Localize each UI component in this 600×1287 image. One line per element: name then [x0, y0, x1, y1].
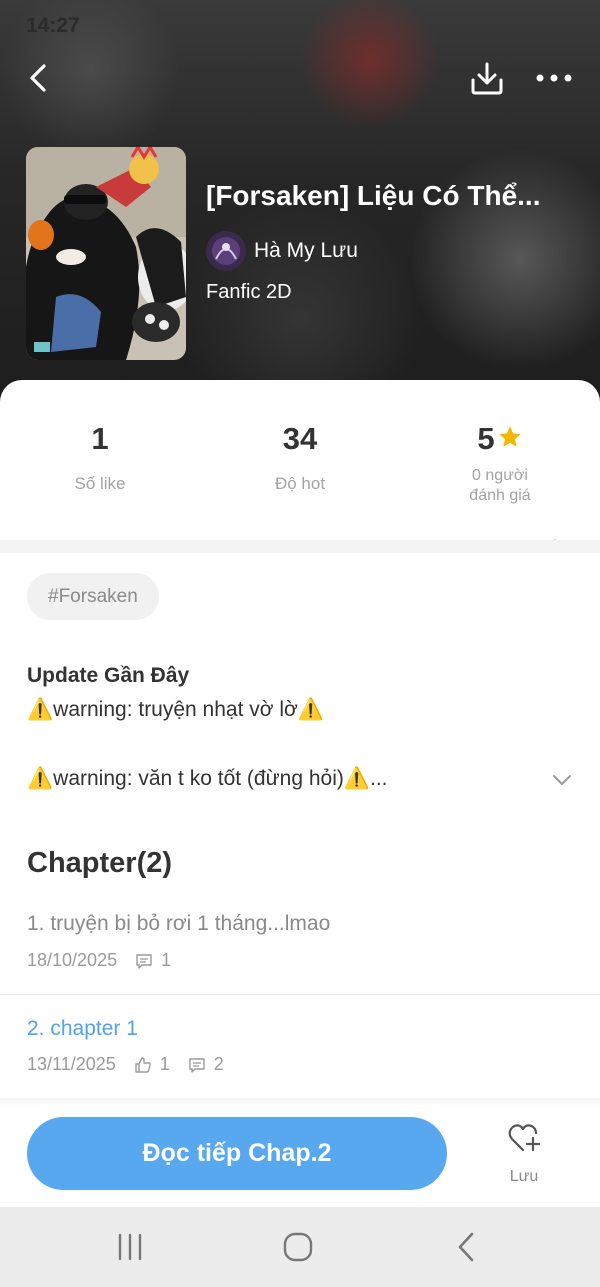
- star-icon: [498, 426, 521, 447]
- rating-label: 0 người đánh giá: [400, 466, 600, 506]
- chapters-header: Chapter(2): [27, 847, 173, 879]
- chapter-item[interactable]: 2. chapter 1 13/11/2025 1 2: [0, 994, 600, 1098]
- recent-apps-icon[interactable]: [110, 1229, 150, 1265]
- heart-plus-icon: [508, 1124, 541, 1152]
- back-icon[interactable]: [446, 1229, 486, 1265]
- stats-row: 1 Số like 34 Độ hot 5 0 người đánh giá: [0, 420, 600, 551]
- stat-rating[interactable]: 5 0 người đánh giá: [400, 420, 600, 506]
- chapter-date: 13/11/2025: [27, 1054, 116, 1074]
- detail-sheet: 1 Số like 34 Độ hot 5 0 người đánh giá #…: [0, 380, 600, 1210]
- rating-value-row: 5: [400, 420, 600, 458]
- status-time: 14:27: [26, 14, 80, 37]
- download-icon[interactable]: [466, 58, 508, 100]
- chapter-meta: 13/11/2025 1 2: [27, 1054, 242, 1075]
- likes-label: Số like: [74, 474, 126, 493]
- rating-label-line2: đánh giá: [469, 487, 531, 504]
- bottom-divider: [0, 1098, 600, 1106]
- author-row[interactable]: Hà My Lưu: [206, 231, 358, 271]
- chevron-down-icon[interactable]: [550, 770, 574, 790]
- book-title: [Forsaken] Liệu Có Thể...: [206, 180, 541, 211]
- thumbs-up-icon: [135, 1056, 151, 1073]
- rating-label-line1: 0 người: [472, 467, 528, 484]
- system-navigation-bar: [0, 1207, 600, 1287]
- genre-label: Fanfic 2D: [206, 281, 292, 303]
- continue-reading-button[interactable]: Đọc tiếp Chap.2: [27, 1117, 447, 1190]
- comment-count: 2: [213, 1054, 224, 1074]
- save-label: Lưu: [509, 1168, 539, 1185]
- chapter-title[interactable]: 2. chapter 1: [27, 1017, 138, 1041]
- chevron-left-icon[interactable]: [20, 58, 60, 98]
- stat-hot: 34 Độ hot: [200, 420, 400, 494]
- hero-header: 14:27 [Forsaken] Liệu Có Thể... Hà My Lư…: [0, 0, 600, 420]
- chapter-title[interactable]: 1. truyện bị bỏ rơi 1 tháng...lmao: [27, 912, 330, 936]
- chapter-date: 18/10/2025: [27, 950, 118, 970]
- author-name[interactable]: Hà My Lưu: [254, 239, 358, 263]
- update-line-1: ⚠️warning: truyện nhạt vờ lờ⚠️: [27, 698, 324, 721]
- like-count: 1: [159, 1054, 170, 1074]
- rating-value: 5: [477, 421, 495, 456]
- avatar: [206, 231, 246, 271]
- more-horizontal-icon[interactable]: [532, 58, 576, 98]
- comment-icon: [136, 953, 152, 969]
- chapter-meta: 18/10/2025 1: [27, 950, 189, 971]
- comment-count: 1: [161, 950, 172, 970]
- likes-count: 1: [91, 421, 109, 456]
- hot-count: 34: [282, 421, 318, 456]
- tag-chip[interactable]: #Forsaken: [27, 573, 159, 620]
- section-divider: [0, 540, 600, 553]
- save-button[interactable]: Lưu: [494, 1122, 554, 1192]
- book-cover-image[interactable]: [26, 147, 186, 360]
- update-line-2: ⚠️warning: văn t ko tốt (đừng hỏi)⚠️...: [27, 767, 388, 790]
- comment-icon: [189, 1057, 205, 1073]
- chapter-item[interactable]: 1. truyện bị bỏ rơi 1 tháng...lmao 18/10…: [0, 888, 600, 992]
- stat-likes: 1 Số like: [0, 420, 200, 494]
- update-title: Update Gần Đây: [27, 664, 190, 687]
- hot-label: Độ hot: [274, 474, 326, 493]
- home-icon[interactable]: [278, 1229, 318, 1265]
